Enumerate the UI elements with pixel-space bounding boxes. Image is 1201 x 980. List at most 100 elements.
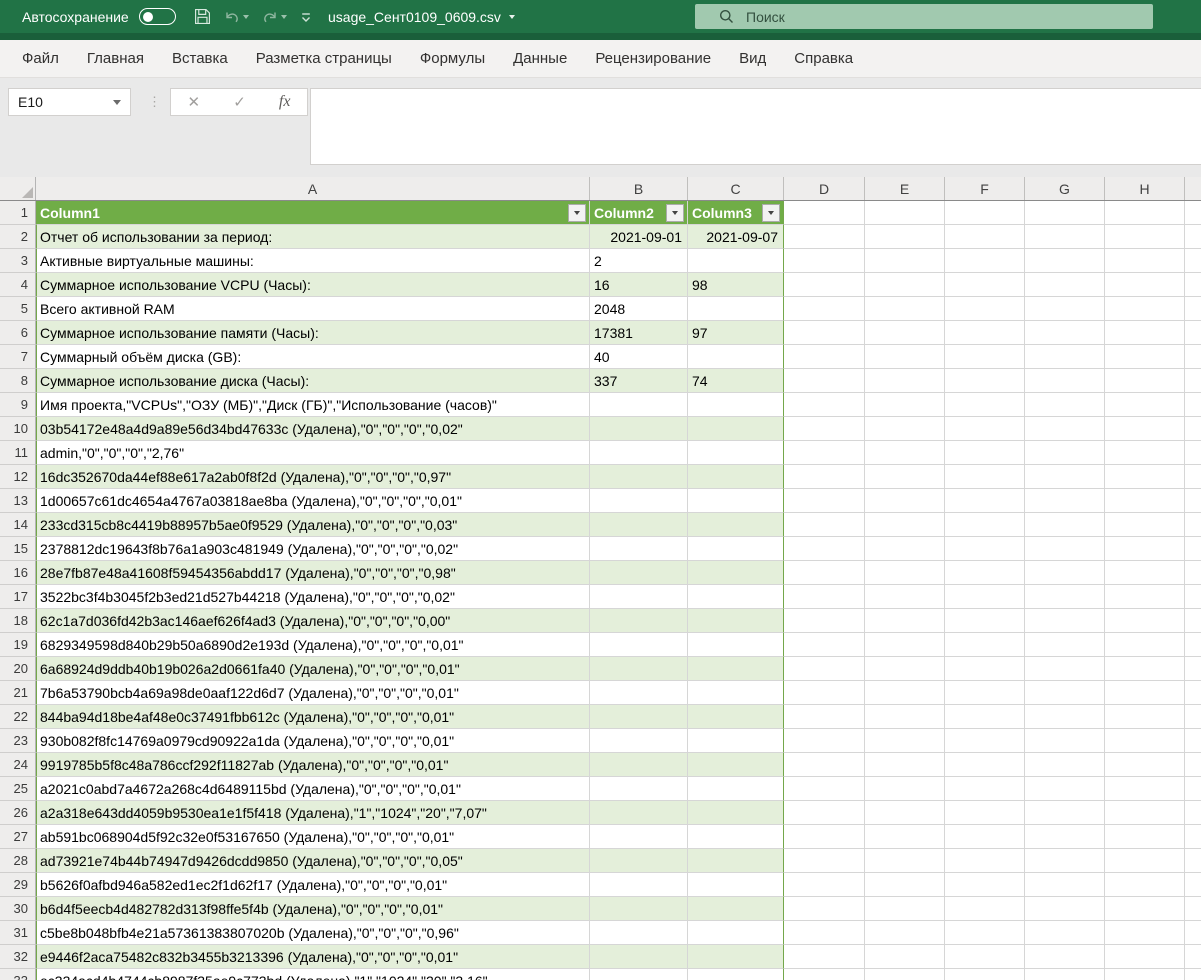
cell[interactable]: 2 [590, 249, 688, 273]
cell[interactable] [1185, 609, 1201, 633]
cell[interactable] [590, 489, 688, 513]
cell[interactable]: 2021-09-01 [590, 225, 688, 249]
cell[interactable] [865, 945, 945, 969]
cell[interactable] [1105, 513, 1185, 537]
autosave-toggle[interactable] [139, 8, 176, 25]
cell[interactable]: 16 [590, 273, 688, 297]
cell[interactable] [865, 729, 945, 753]
cell[interactable] [1105, 225, 1185, 249]
redo-button[interactable] [257, 7, 291, 27]
cell[interactable]: admin,"0","0","0","2,76" [36, 441, 590, 465]
cell[interactable] [688, 969, 784, 980]
cell[interactable] [865, 225, 945, 249]
cell[interactable] [945, 657, 1025, 681]
cell[interactable] [784, 465, 865, 489]
cell[interactable]: Имя проекта,"VCPUs","ОЗУ (МБ)","Диск (ГБ… [36, 393, 590, 417]
row-header[interactable]: 9 [0, 393, 36, 417]
cell[interactable] [590, 417, 688, 441]
table-header-cell-c[interactable]: Column3 [688, 201, 784, 225]
cell[interactable] [1105, 729, 1185, 753]
cell[interactable] [1105, 441, 1185, 465]
row-header[interactable]: 25 [0, 777, 36, 801]
cell[interactable] [1105, 249, 1185, 273]
row-header[interactable]: 5 [0, 297, 36, 321]
cell[interactable] [784, 657, 865, 681]
filter-button[interactable] [568, 204, 586, 222]
cell[interactable] [1185, 417, 1201, 441]
row-header[interactable]: 27 [0, 825, 36, 849]
cell[interactable] [1185, 585, 1201, 609]
row-header[interactable]: 20 [0, 657, 36, 681]
cell[interactable] [1105, 873, 1185, 897]
cell[interactable] [865, 201, 945, 225]
column-header[interactable] [1185, 177, 1201, 200]
cell[interactable] [945, 465, 1025, 489]
cell[interactable] [1185, 441, 1201, 465]
row-header[interactable]: 7 [0, 345, 36, 369]
cell[interactable] [1105, 321, 1185, 345]
cell[interactable] [1105, 945, 1185, 969]
cell[interactable] [865, 489, 945, 513]
cell[interactable] [945, 921, 1025, 945]
cell[interactable] [945, 489, 1025, 513]
ribbon-tab[interactable]: Разметка страницы [242, 40, 406, 77]
cell[interactable] [945, 297, 1025, 321]
cell[interactable]: 2048 [590, 297, 688, 321]
cell[interactable] [1185, 225, 1201, 249]
cell[interactable] [784, 489, 865, 513]
cell[interactable] [1105, 537, 1185, 561]
row-header[interactable]: 21 [0, 681, 36, 705]
cell[interactable] [1185, 561, 1201, 585]
cell[interactable] [784, 441, 865, 465]
cell[interactable] [1185, 777, 1201, 801]
column-header[interactable]: F [945, 177, 1025, 200]
cell[interactable]: 930b082f8fc14769a0979cd90922a1da (Удален… [36, 729, 590, 753]
cell[interactable] [784, 201, 865, 225]
cell[interactable] [1105, 705, 1185, 729]
cell[interactable] [590, 633, 688, 657]
cell[interactable] [945, 801, 1025, 825]
cell[interactable] [590, 537, 688, 561]
cell[interactable] [1025, 705, 1105, 729]
cell[interactable] [590, 777, 688, 801]
cell[interactable] [784, 921, 865, 945]
row-header[interactable]: 33 [0, 969, 36, 980]
cell[interactable] [590, 393, 688, 417]
cell[interactable] [784, 585, 865, 609]
row-header[interactable]: 3 [0, 249, 36, 273]
cell[interactable] [784, 537, 865, 561]
redo-dropdown-caret[interactable] [281, 15, 287, 19]
ribbon-tab[interactable]: Вставка [158, 40, 242, 77]
cell[interactable] [865, 873, 945, 897]
cell[interactable] [688, 849, 784, 873]
cell[interactable] [590, 441, 688, 465]
cell[interactable] [945, 225, 1025, 249]
cell[interactable] [1025, 201, 1105, 225]
column-header[interactable]: D [784, 177, 865, 200]
cell[interactable]: ec334acd4b4744cb8987f35ae9c773bd (Удален… [36, 969, 590, 980]
cell[interactable] [1105, 273, 1185, 297]
cell[interactable] [865, 273, 945, 297]
cell[interactable] [1025, 225, 1105, 249]
cell[interactable]: e9446f2aca75482c832b3455b3213396 (Удален… [36, 945, 590, 969]
row-header[interactable]: 24 [0, 753, 36, 777]
cell[interactable] [865, 249, 945, 273]
cell[interactable] [865, 969, 945, 980]
cell[interactable] [1185, 849, 1201, 873]
column-header[interactable]: G [1025, 177, 1105, 200]
cell[interactable] [784, 753, 865, 777]
cell[interactable]: ad73921e74b44b74947d9426dcdd9850 (Удален… [36, 849, 590, 873]
cell[interactable] [688, 801, 784, 825]
cell[interactable] [1185, 537, 1201, 561]
cell[interactable] [1105, 801, 1185, 825]
cell[interactable] [784, 729, 865, 753]
cell[interactable] [784, 777, 865, 801]
cell[interactable] [945, 681, 1025, 705]
cell[interactable] [590, 825, 688, 849]
cell[interactable] [1025, 585, 1105, 609]
row-header[interactable]: 4 [0, 273, 36, 297]
cell[interactable]: 2378812dc19643f8b76a1a903c481949 (Удален… [36, 537, 590, 561]
insert-function-button[interactable]: fx [279, 93, 291, 111]
cell[interactable] [590, 801, 688, 825]
cell[interactable]: Активные виртуальные машины: [36, 249, 590, 273]
